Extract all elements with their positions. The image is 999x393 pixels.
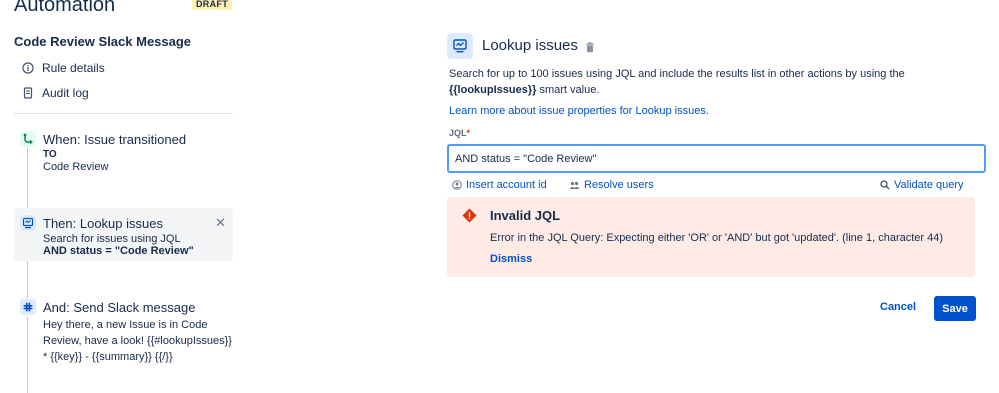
flow-connector xyxy=(27,148,28,210)
step-and-title: And: Send Slack message xyxy=(43,300,196,315)
remove-step-close-icon[interactable]: ✕ xyxy=(215,215,226,231)
insert-account-id-button[interactable]: Insert account id xyxy=(452,179,547,191)
nav-audit-log-label: Audit log xyxy=(42,86,89,100)
required-marker: * xyxy=(466,128,471,138)
smart-value: {{lookupIssues}} xyxy=(449,84,537,96)
transition-icon xyxy=(20,131,36,147)
resolve-users-label: Resolve users xyxy=(584,179,654,191)
error-message: Error in the JQL Query: Expecting either… xyxy=(490,232,944,244)
description-text: Search for up to 100 issues using JQL an… xyxy=(449,68,905,80)
step-then-title: Then: Lookup issues xyxy=(43,216,163,231)
step-and-line3: * {{key}} - {{summary}} {{/}} xyxy=(43,351,173,363)
lookup-issues-icon xyxy=(447,33,473,59)
learn-more-link[interactable]: Learn more about issue properties for Lo… xyxy=(449,105,709,117)
nav-rule-details-label: Rule details xyxy=(42,61,105,75)
page-title: Automation xyxy=(14,0,116,16)
error-title: Invalid JQL xyxy=(490,208,561,223)
step-and-line1: Hey there, a new Issue is in Code xyxy=(43,319,208,331)
user-icon xyxy=(452,180,462,190)
jql-input[interactable] xyxy=(447,144,986,173)
description-text-end: smart value. xyxy=(536,84,600,96)
search-icon xyxy=(880,180,890,190)
slack-icon xyxy=(20,299,36,315)
step-when-line2: Code Review xyxy=(43,161,109,173)
rule-name: Code Review Slack Message xyxy=(14,34,192,49)
panel-title: Lookup issues xyxy=(482,37,578,54)
jql-label: JQL* xyxy=(449,128,470,138)
validate-query-button[interactable]: Validate query xyxy=(880,179,964,191)
draft-badge: DRAFT xyxy=(192,0,232,10)
sidebar-divider xyxy=(14,113,233,114)
jql-label-text: JQL xyxy=(449,128,467,138)
cancel-button[interactable]: Cancel xyxy=(880,301,916,313)
step-then-line2: AND status = "Code Review" xyxy=(43,245,194,257)
lookup-issues-icon xyxy=(20,215,36,231)
resolve-users-button[interactable]: Resolve users xyxy=(569,179,654,191)
trash-icon[interactable] xyxy=(585,40,595,58)
step-when[interactable] xyxy=(20,131,36,147)
step-then-icon-wrap xyxy=(20,215,36,231)
step-and-line2: Review, have a look! {{#lookupIssues}} xyxy=(43,335,232,347)
document-icon xyxy=(23,87,33,99)
nav-rule-details[interactable]: Rule details xyxy=(22,61,105,75)
info-icon xyxy=(22,62,34,74)
step-and[interactable] xyxy=(20,299,36,315)
panel-description: Search for up to 100 issues using JQL an… xyxy=(449,66,969,98)
insert-account-id-label: Insert account id xyxy=(466,179,547,191)
users-icon xyxy=(569,181,580,189)
dismiss-button[interactable]: Dismiss xyxy=(490,253,532,265)
validate-query-label: Validate query xyxy=(894,179,964,191)
save-button[interactable]: Save xyxy=(934,296,976,321)
nav-audit-log[interactable]: Audit log xyxy=(22,86,89,100)
flow-connector xyxy=(27,317,28,393)
error-icon xyxy=(462,208,477,228)
step-when-title: When: Issue transitioned xyxy=(43,132,187,147)
